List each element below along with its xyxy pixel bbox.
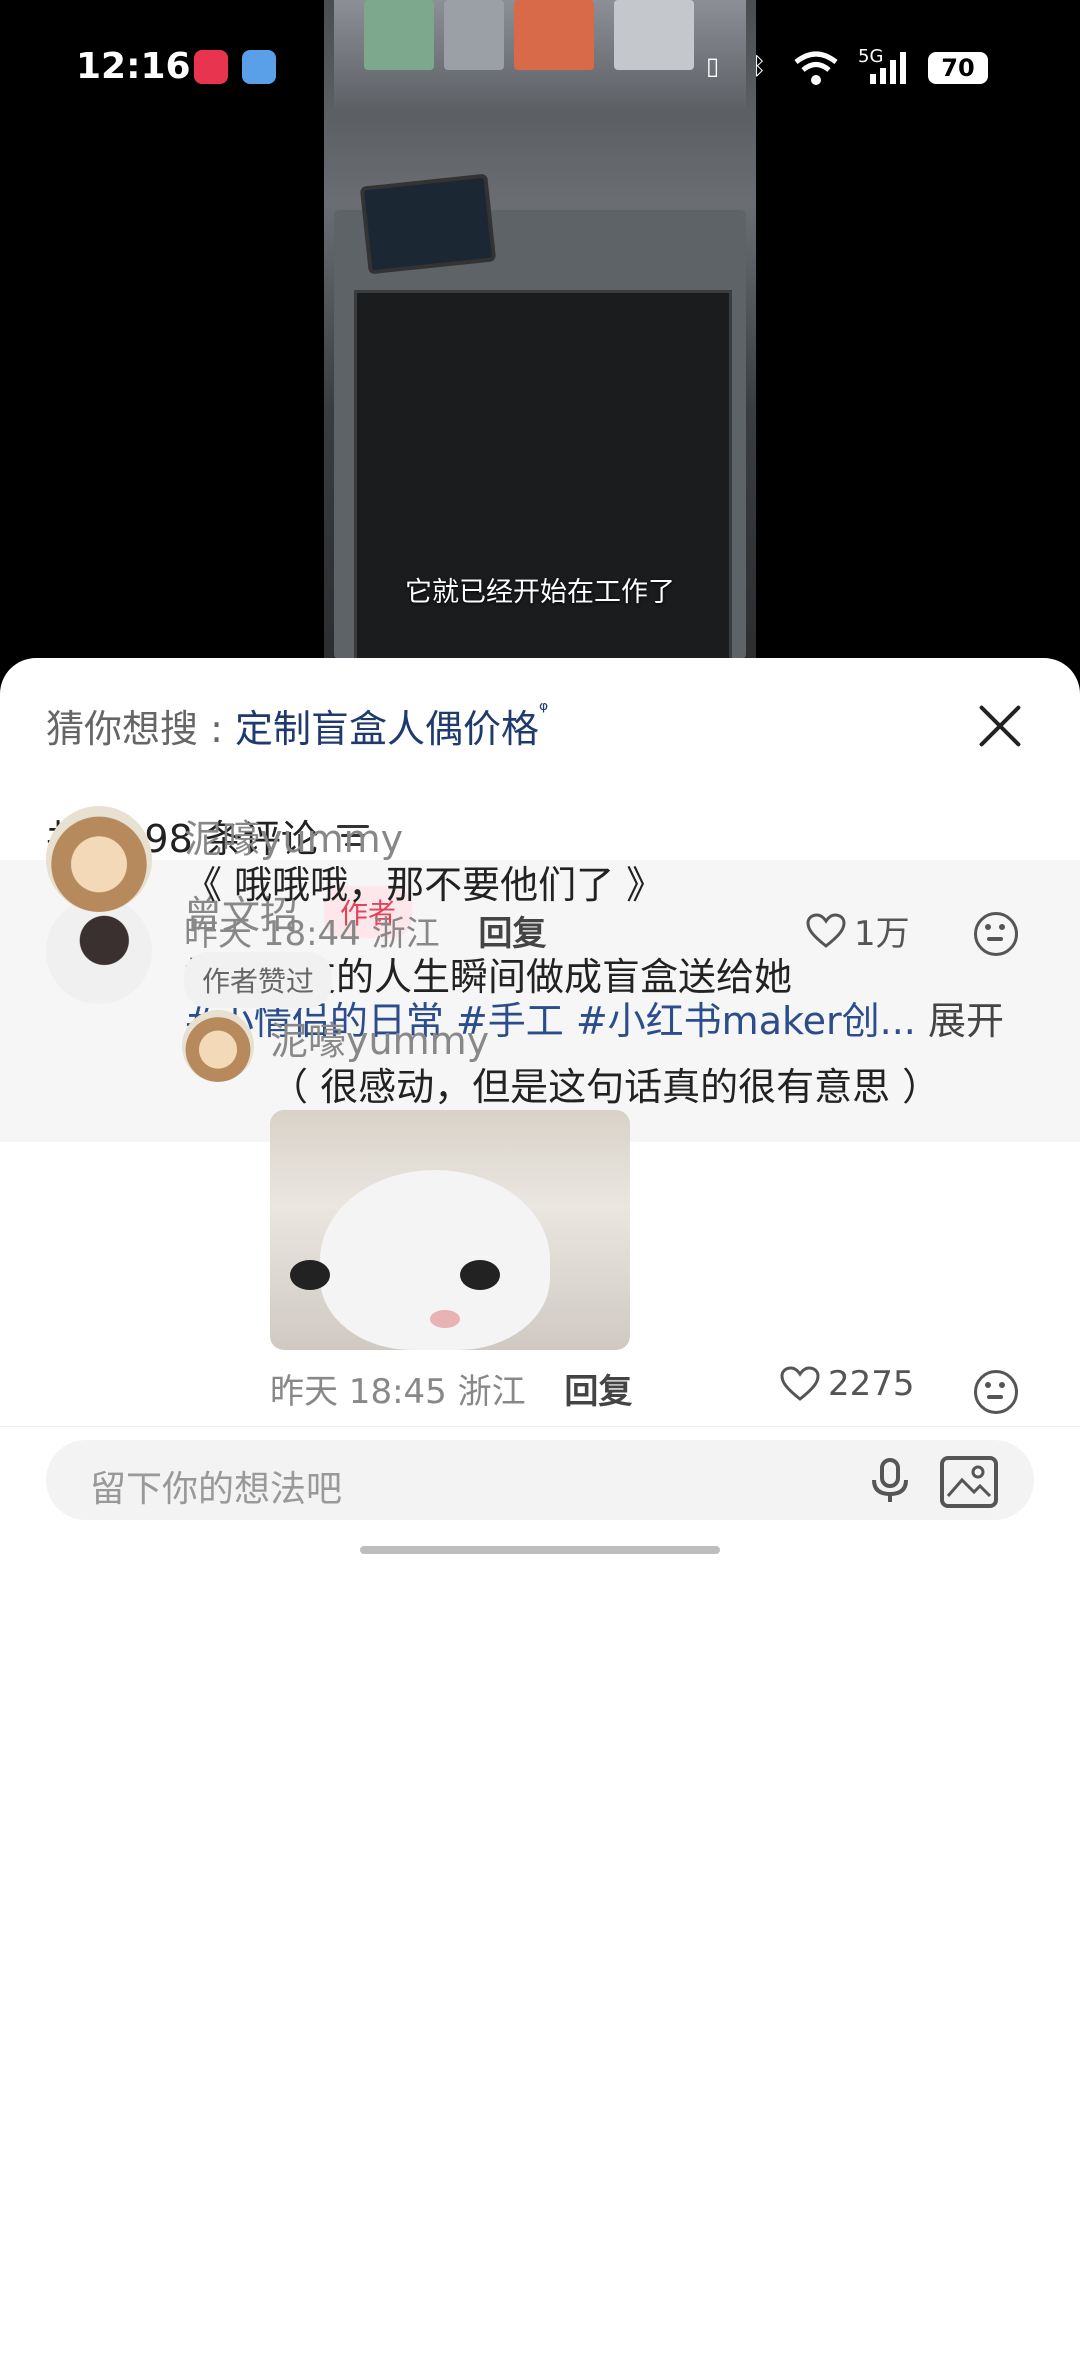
author-liked-badge: 作者赞过 <box>184 952 333 1008</box>
signal-icon <box>870 52 906 84</box>
comment-text: 《 哦哦哦，那不要他们了 》 <box>184 863 665 907</box>
comment-sheet: 猜你想搜 : 定制盲盒人偶价格ᵠ 共 1598 条评论 曾文招 作者 把女朋友的… <box>0 658 1080 2354</box>
close-icon[interactable] <box>976 702 1024 750</box>
image-picker-icon[interactable] <box>940 1456 998 1508</box>
battery-indicator: 70 <box>928 52 988 84</box>
heart-icon <box>780 1366 820 1401</box>
reply-image[interactable] <box>270 1110 630 1350</box>
printer-screen <box>359 173 497 275</box>
app-icon-1 <box>194 50 228 84</box>
expand-button[interactable]: 展开 <box>928 999 1004 1043</box>
home-indicator[interactable] <box>360 1546 720 1554</box>
like-button[interactable]: 1万 <box>806 906 910 955</box>
search-suggestion-label: 猜你想搜 : <box>46 707 235 751</box>
reply-button[interactable]: 回复 <box>478 914 546 954</box>
like-button[interactable]: 2275 <box>780 1364 915 1404</box>
microphone-icon[interactable] <box>866 1456 914 1504</box>
emoji-react-icon[interactable] <box>974 912 1018 956</box>
wifi-icon <box>794 51 838 85</box>
avatar[interactable] <box>182 1010 254 1082</box>
status-bar: 12:16 ▯ ᛒ 5G 70 <box>0 0 1080 140</box>
search-suggestion[interactable]: 猜你想搜 : 定制盲盒人偶价格ᵠ <box>46 698 548 753</box>
divider <box>0 1426 1080 1427</box>
comment-location: 浙江 <box>371 914 440 954</box>
weather-icon <box>242 50 276 84</box>
avatar[interactable] <box>46 806 152 912</box>
like-count: 2275 <box>828 1364 915 1404</box>
status-time: 12:16 <box>76 46 191 87</box>
search-icon: ᵠ <box>538 698 549 723</box>
like-count: 1万 <box>854 914 910 954</box>
comment-meta: 昨天 18:44 浙江 回复 <box>184 906 546 955</box>
reply-time: 昨天 18:45 <box>270 1372 447 1412</box>
comment-time: 昨天 18:44 <box>184 914 361 954</box>
reply-button[interactable]: 回复 <box>564 1372 632 1412</box>
reply-location: 浙江 <box>457 1372 526 1412</box>
reply-text: （ 很感动，但是这句话真的很有意思 ） <box>270 1065 941 1109</box>
comment-input-placeholder: 留下你的想法吧 <box>90 1469 343 1510</box>
avatar[interactable] <box>46 898 152 1004</box>
search-suggestion-query[interactable]: 定制盲盒人偶价格 <box>235 707 539 751</box>
video-subtitle: 它就已经开始在工作了 <box>405 577 675 608</box>
bluetooth-icon: ᛒ <box>752 52 767 80</box>
vibrate-icon: ▯ <box>706 52 720 80</box>
heart-icon <box>806 912 846 948</box>
reply-meta: 昨天 18:45 浙江 回复 <box>270 1364 632 1413</box>
emoji-react-icon[interactable] <box>974 1370 1018 1414</box>
printer-window <box>354 290 732 666</box>
